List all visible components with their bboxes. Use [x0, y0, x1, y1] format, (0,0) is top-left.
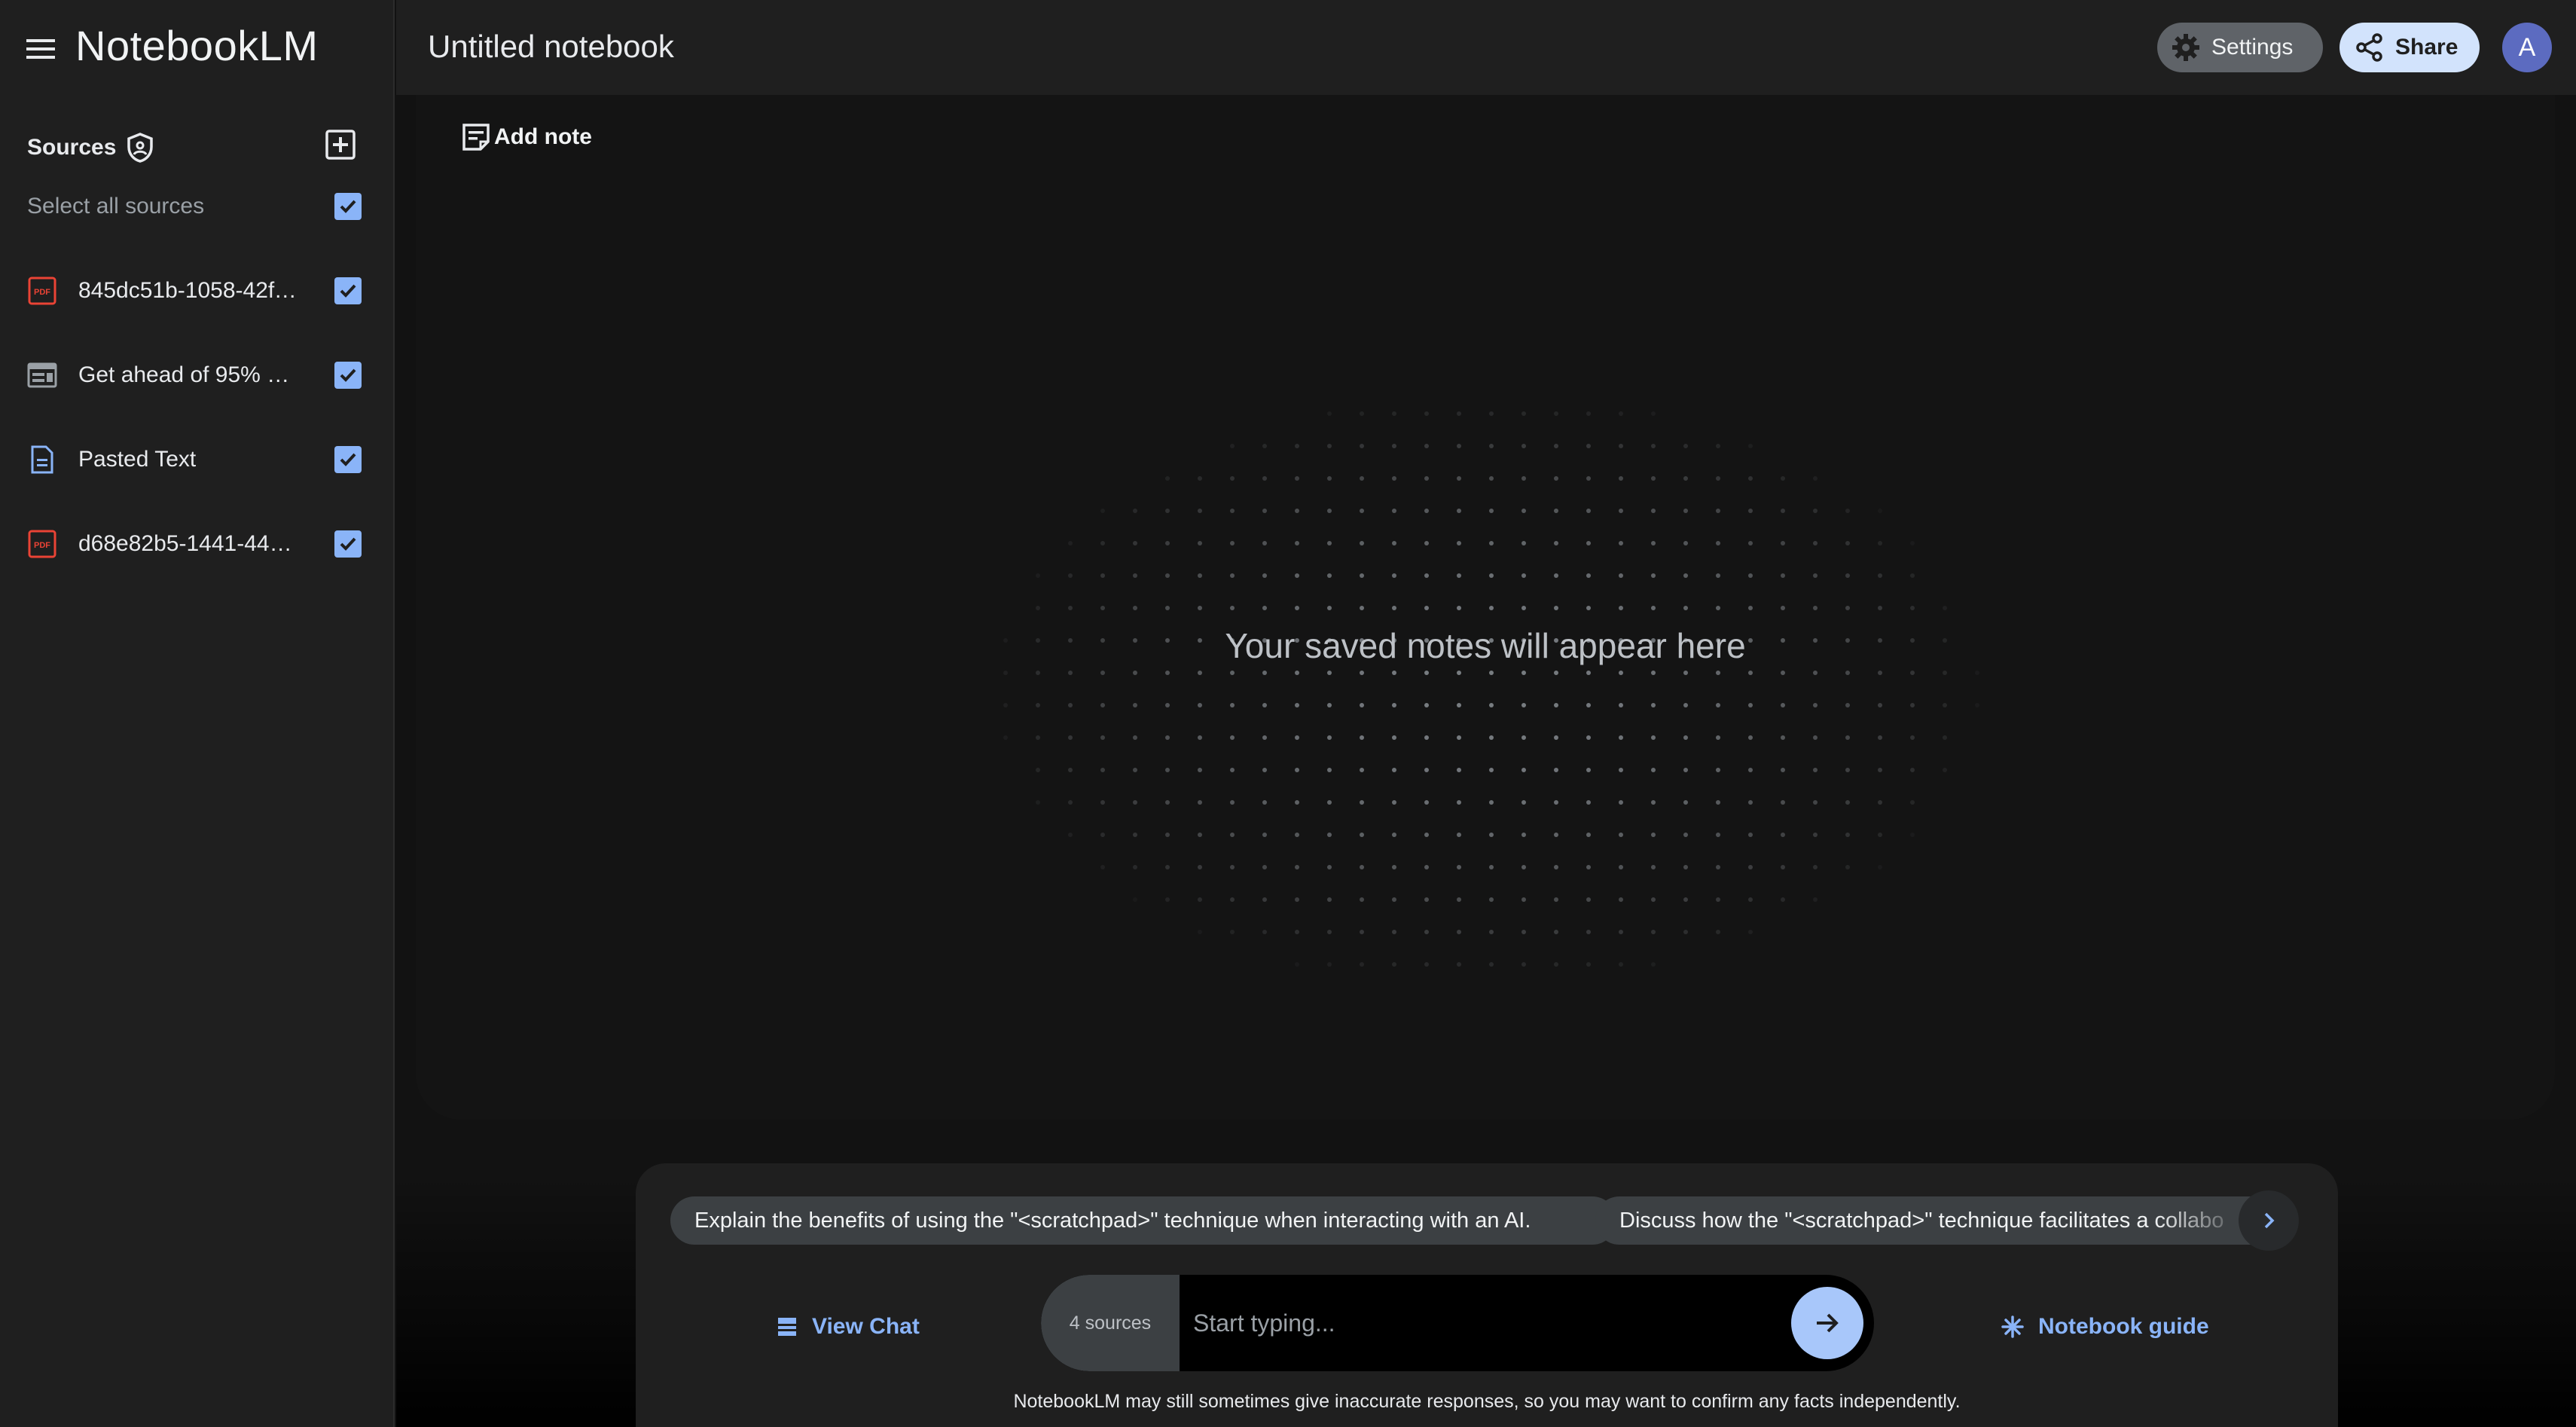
suggestion-chip[interactable]: Discuss how the "<scratchpad>" technique…: [1595, 1196, 2273, 1245]
sources-title: Sources: [27, 135, 117, 160]
empty-notes-message: Your saved notes will appear here: [1225, 626, 1746, 665]
chat-input-container: 4 sources: [1041, 1275, 1874, 1371]
pdf-icon: PDF: [27, 276, 57, 306]
add-note-button[interactable]: Add note: [461, 122, 592, 152]
hamburger-menu-icon: [26, 39, 55, 59]
settings-button[interactable]: Settings: [2157, 23, 2323, 72]
notebook-guide-button[interactable]: Notebook guide: [2001, 1314, 2209, 1340]
next-suggestions-button[interactable]: [2239, 1190, 2299, 1251]
pdf-icon: PDF: [27, 529, 57, 559]
source-label: d68e82b5-1441-44e5...: [78, 531, 301, 556]
check-icon: [340, 368, 356, 382]
chat-input[interactable]: [1180, 1275, 1791, 1371]
send-button[interactable]: [1791, 1287, 1863, 1359]
source-checkbox[interactable]: [334, 277, 362, 304]
source-label: 845dc51b-1058-42ff-...: [78, 278, 301, 303]
suggestion-chip[interactable]: Explain the benefits of using the "<scra…: [670, 1196, 1616, 1245]
notebook-guide-label: Notebook guide: [2038, 1314, 2209, 1339]
select-all-label: Select all sources: [27, 194, 205, 218]
arrow-right-icon: [1817, 1313, 1839, 1333]
sparkle-icon: [2001, 1315, 2024, 1338]
share-label: Share: [2395, 35, 2458, 60]
notebook-title[interactable]: Untitled notebook: [428, 29, 674, 65]
add-source-button[interactable]: [322, 127, 359, 163]
select-all-checkbox[interactable]: [334, 193, 362, 220]
menu-button[interactable]: [23, 30, 60, 68]
sources-count-badge[interactable]: 4 sources: [1041, 1275, 1180, 1371]
view-chat-button[interactable]: View Chat: [776, 1314, 920, 1340]
source-checkbox[interactable]: [334, 446, 362, 473]
source-item[interactable]: Pasted Text: [0, 417, 395, 502]
add-box-icon: [325, 130, 356, 160]
source-item[interactable]: PDF d68e82b5-1441-44e5...: [0, 502, 395, 586]
sources-header: Sources: [27, 127, 362, 169]
svg-text:PDF: PDF: [34, 288, 50, 297]
chat-icon: [778, 1318, 796, 1336]
gear-icon: [2172, 34, 2199, 61]
source-list: PDF 845dc51b-1058-42ff-... Get ahead of …: [0, 249, 395, 586]
share-button[interactable]: Share: [2339, 23, 2480, 72]
check-icon: [340, 453, 356, 466]
suggestion-chip-text: Discuss how the "<scratchpad>" technique…: [1619, 1208, 2224, 1233]
source-item[interactable]: PDF 845dc51b-1058-42ff-...: [0, 249, 395, 333]
select-all-sources-row[interactable]: Select all sources: [27, 187, 362, 226]
chat-panel: Explain the benefits of using the "<scra…: [636, 1163, 2338, 1427]
source-label: Get ahead of 95% of ...: [78, 362, 301, 387]
text-document-icon: [27, 445, 57, 475]
source-label: Pasted Text: [78, 447, 197, 472]
shield-icon[interactable]: [127, 133, 157, 163]
note-add-icon: [462, 124, 490, 151]
share-icon: [2356, 33, 2382, 62]
chevron-right-icon: [2264, 1212, 2275, 1229]
check-icon: [340, 537, 356, 551]
disclaimer-text: NotebookLM may still sometimes give inac…: [1013, 1391, 1961, 1412]
app-logo: NotebookLM: [75, 22, 319, 69]
source-checkbox[interactable]: [334, 530, 362, 558]
view-chat-label: View Chat: [812, 1314, 920, 1339]
sidebar: NotebookLM Sources Select all sources PD…: [0, 0, 395, 1427]
dot-grid-decoration: [1003, 411, 1979, 967]
webpage-icon: [27, 360, 57, 390]
svg-text:PDF: PDF: [34, 541, 50, 550]
source-item[interactable]: Get ahead of 95% of ...: [0, 333, 395, 417]
notes-panel: Add note Your saved notes will appear he…: [416, 95, 2555, 1120]
source-checkbox[interactable]: [334, 362, 362, 389]
settings-label: Settings: [2211, 35, 2294, 60]
check-icon: [340, 200, 356, 213]
check-icon: [340, 284, 356, 298]
top-bar: Untitled notebook Settings Share A: [396, 0, 2576, 95]
avatar[interactable]: A: [2502, 23, 2552, 72]
add-note-label: Add note: [494, 124, 592, 149]
